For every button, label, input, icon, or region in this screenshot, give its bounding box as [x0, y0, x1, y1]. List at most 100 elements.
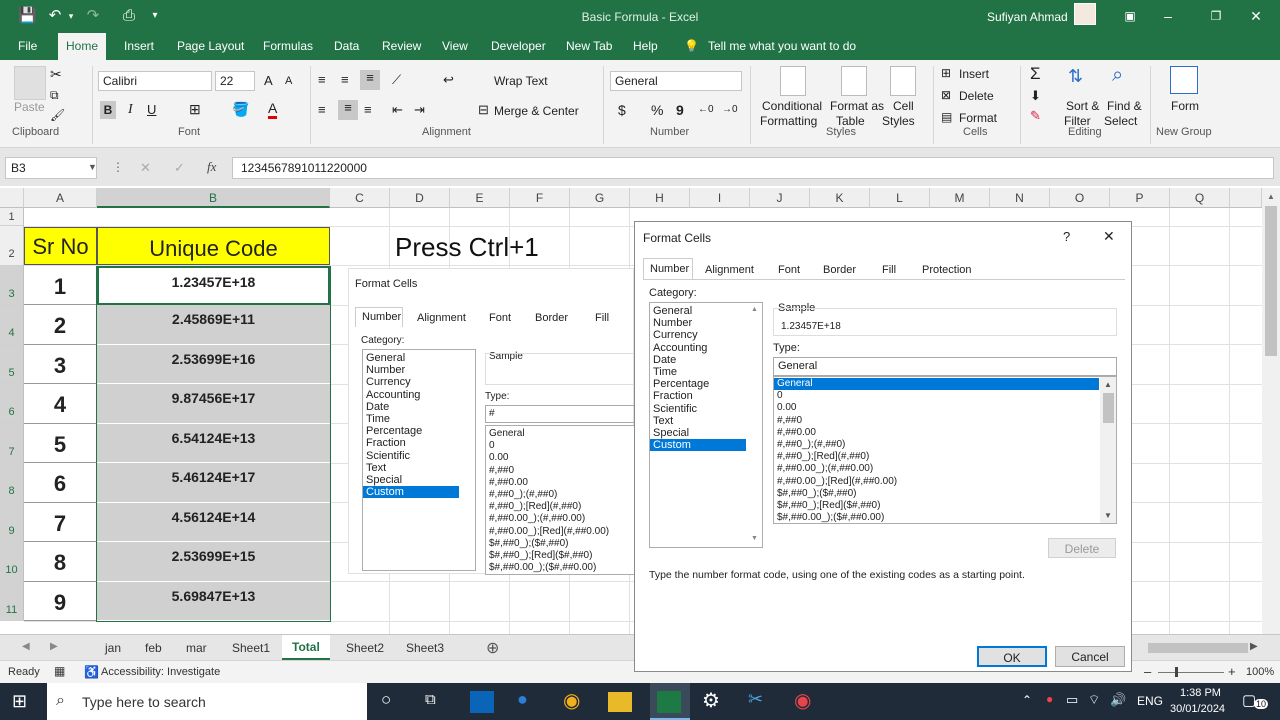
zoom-out-icon[interactable]: – — [1144, 664, 1151, 679]
zoom-slider-thumb[interactable] — [1175, 667, 1178, 677]
increase-font-icon[interactable]: A — [264, 73, 273, 88]
ribbon-display-icon[interactable]: ▣ — [1120, 6, 1140, 26]
clock-time[interactable]: 1:38 PM — [1180, 687, 1221, 699]
column-header[interactable]: F — [510, 188, 570, 208]
top-align-icon[interactable]: ≡ — [318, 72, 326, 87]
sr-cell[interactable]: 6 — [24, 463, 97, 503]
row-header[interactable]: 11 — [0, 582, 24, 621]
bold-button[interactable]: B — [100, 101, 116, 119]
help-button[interactable]: ? — [1063, 229, 1070, 244]
formula-input[interactable]: 1234567891011220000 — [232, 157, 1274, 179]
dialog-tab-protection[interactable]: Protection — [922, 264, 972, 276]
column-header[interactable]: C — [330, 188, 390, 208]
sr-cell[interactable]: 3 — [24, 345, 97, 384]
column-header[interactable]: H — [630, 188, 690, 208]
teams-icon[interactable]: ● — [517, 689, 528, 710]
wrap-text-button[interactable]: Wrap Text — [494, 74, 548, 88]
format-table-icon[interactable] — [841, 66, 867, 96]
type-scroll-thumb[interactable] — [1103, 393, 1114, 423]
indent-increase-icon[interactable]: ⇥ — [414, 102, 425, 118]
search-placeholder[interactable]: Type here to search — [82, 694, 206, 710]
tab-data[interactable]: Data — [334, 39, 359, 53]
delete-cells-button[interactable]: Delete — [959, 89, 994, 103]
horizontal-scroll-thumb[interactable] — [1148, 643, 1248, 653]
bottom-align-icon[interactable]: ≡ — [360, 70, 380, 90]
dialog-tab-font[interactable]: Font — [778, 264, 800, 276]
category-item[interactable]: Special — [650, 427, 762, 439]
form-icon[interactable] — [1170, 66, 1198, 94]
sr-cell[interactable]: 9 — [24, 582, 97, 621]
add-sheet-icon[interactable]: ⊕ — [486, 638, 499, 658]
category-item[interactable]: Currency — [650, 329, 762, 341]
code-cell[interactable]: 2.53699E+15 — [97, 542, 330, 582]
sr-cell[interactable]: 5 — [24, 424, 97, 463]
row-header[interactable]: 6 — [0, 384, 24, 424]
row-header[interactable]: 7 — [0, 424, 24, 463]
type-item[interactable]: $#,##0_);($#,##0) — [774, 488, 1116, 500]
column-header[interactable]: L — [870, 188, 930, 208]
sheet-tab-active[interactable]: Total — [282, 635, 330, 661]
category-item[interactable]: Percentage — [650, 378, 762, 390]
type-item[interactable]: $#,##0_);[Red]($#,##0) — [774, 500, 1116, 512]
category-item[interactable]: Text — [650, 415, 762, 427]
merge-center-button[interactable]: Merge & Center — [494, 104, 579, 118]
code-cell[interactable]: 4.56124E+14 — [97, 503, 330, 542]
align-right-icon[interactable]: ≡ — [364, 102, 372, 117]
cut-icon[interactable]: ✂ — [50, 66, 62, 83]
scroll-thumb[interactable] — [1265, 206, 1277, 356]
row-header[interactable]: 9 — [0, 503, 24, 542]
row-header[interactable]: 10 — [0, 542, 24, 582]
close-icon[interactable]: ✕ — [1246, 6, 1266, 26]
cell-styles-icon[interactable] — [890, 66, 916, 96]
sr-cell[interactable]: 2 — [24, 305, 97, 345]
category-item-selected[interactable]: Custom — [650, 439, 746, 452]
code-cell[interactable]: 6.54124E+13 — [97, 424, 330, 463]
type-item[interactable]: #,##0.00_);(#,##0.00) — [774, 463, 1116, 475]
tray-app-icon[interactable]: ● — [1046, 692, 1053, 706]
increase-decimal-icon[interactable]: ←0 — [698, 104, 714, 115]
column-header[interactable]: N — [990, 188, 1050, 208]
battery-icon[interactable]: ▭ — [1066, 692, 1078, 708]
tab-developer[interactable]: Developer — [491, 39, 546, 53]
clock-date[interactable]: 30/01/2024 — [1170, 703, 1225, 715]
tab-help[interactable]: Help — [633, 39, 658, 53]
column-header[interactable]: K — [810, 188, 870, 208]
tab-home[interactable]: Home — [58, 33, 107, 60]
sheet-tab[interactable]: feb — [145, 641, 162, 655]
accessibility-status[interactable]: Accessibility: Investigate — [101, 666, 220, 678]
prev-sheet-icon[interactable]: ◀ — [22, 641, 30, 652]
fill-color-icon[interactable]: 🪣 — [232, 101, 249, 118]
type-item[interactable]: #,##0_);[Red](#,##0) — [774, 451, 1116, 463]
middle-align-icon[interactable]: ≡ — [341, 72, 349, 87]
underline-button[interactable]: U — [147, 102, 156, 117]
snip-icon[interactable]: ✂ — [748, 689, 763, 710]
name-box-dropdown-icon[interactable]: ▼ — [88, 162, 97, 172]
align-center-icon[interactable]: ≡ — [338, 100, 358, 120]
tab-view[interactable]: View — [442, 39, 468, 53]
list-scroll-down-icon[interactable]: ▼ — [751, 535, 758, 542]
cortana-icon[interactable]: ○ — [381, 690, 391, 710]
recorder-icon[interactable]: ◉ — [794, 688, 811, 713]
category-item[interactable]: Number — [650, 317, 762, 329]
format-cells-icon[interactable]: ▤ — [941, 110, 952, 124]
type-item[interactable]: 0 — [774, 390, 1116, 402]
find-select-label2[interactable]: Select — [1104, 114, 1137, 128]
decrease-decimal-icon[interactable]: →0 — [722, 104, 738, 115]
column-header[interactable]: M — [930, 188, 990, 208]
sort-filter-label[interactable]: Sort & — [1066, 99, 1099, 113]
conditional-formatting-icon[interactable] — [780, 66, 806, 96]
more-options-icon[interactable]: ⋮ — [112, 160, 124, 174]
conditional-formatting-label[interactable]: Conditional — [762, 99, 822, 113]
chrome-icon[interactable]: ◉ — [563, 688, 580, 713]
find-select-icon[interactable]: ⌕ — [1112, 64, 1123, 87]
type-input[interactable]: General — [773, 357, 1117, 376]
type-item[interactable]: $#,##0.00_);($#,##0.00) — [774, 512, 1116, 523]
accessibility-icon[interactable]: ♿ — [84, 665, 99, 679]
format-cells-button[interactable]: Format — [959, 111, 997, 125]
tab-formulas[interactable]: Formulas — [263, 39, 313, 53]
tab-page-layout[interactable]: Page Layout — [177, 39, 244, 53]
copy-icon[interactable]: ⧉ — [50, 88, 59, 103]
type-item[interactable]: #,##0 — [774, 415, 1116, 427]
code-cell[interactable]: 2.45869E+11 — [97, 305, 330, 345]
tray-chevron-icon[interactable]: ⌃ — [1022, 693, 1032, 707]
